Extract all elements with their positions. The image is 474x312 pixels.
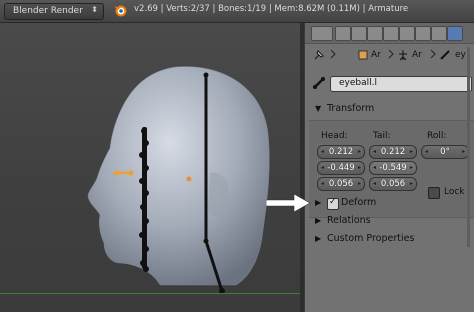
- render-engine-dropdown[interactable]: Blender Render ⬍: [4, 3, 104, 20]
- pin-icon[interactable]: [313, 49, 325, 61]
- head-mesh: [87, 66, 270, 286]
- relations-title: Relations: [327, 215, 371, 226]
- head-label: Head:: [321, 131, 348, 141]
- transform-title: Transform: [327, 103, 375, 114]
- 3d-viewport[interactable]: [0, 23, 304, 312]
- tail-x-value: 0.212: [380, 147, 406, 157]
- deform-title: Deform: [341, 197, 377, 208]
- bone-icon: [313, 77, 325, 89]
- head-z-value: 0.056: [328, 179, 354, 189]
- head-y-field[interactable]: ◂ -0.449 ▸: [317, 161, 365, 175]
- world-tab-icon[interactable]: [367, 26, 383, 41]
- chevron-right-icon: [430, 49, 436, 59]
- object-cube-icon: [358, 50, 368, 60]
- info-header: Blender Render ⬍ v2.69 | Verts:2/37 | Bo…: [0, 0, 474, 23]
- annotation-arrow-icon: [266, 193, 311, 213]
- scene-tab-icon[interactable]: [351, 26, 367, 41]
- custom-properties-title: Custom Properties: [327, 233, 415, 244]
- triangle-right-icon: ▶: [315, 234, 322, 243]
- 3d-cursor-origin: [186, 176, 192, 182]
- tail-z-field[interactable]: ◂ 0.056 ▸: [369, 177, 417, 191]
- chevron-right-icon: [388, 49, 394, 59]
- deform-checkbox[interactable]: [327, 197, 339, 210]
- tail-x-field[interactable]: ◂ 0.212 ▸: [369, 145, 417, 159]
- constraints-tab-icon[interactable]: [399, 26, 415, 41]
- breadcrumb: Ar Ar ey: [305, 44, 474, 68]
- dropdown-arrow-icon: ⬍: [91, 5, 98, 14]
- tail-label: Tail:: [373, 131, 391, 141]
- chevron-right-icon: [330, 49, 336, 59]
- region-divider: [300, 23, 304, 312]
- custom-properties-panel-header[interactable]: ▶ Custom Properties: [309, 230, 474, 248]
- properties-editor: Ar Ar ey eyeball.l ▼ Transform Head: Tai…: [305, 23, 474, 312]
- bone-tab-icon[interactable]: [447, 26, 463, 41]
- tail-y-field[interactable]: ◂ -0.549 ▸: [369, 161, 417, 175]
- breadcrumb-armature[interactable]: Ar: [412, 50, 422, 60]
- head-z-field[interactable]: ◂ 0.056 ▸: [317, 177, 365, 191]
- roll-label: Roll:: [427, 131, 447, 141]
- bone-name-field[interactable]: eyeball.l: [330, 76, 472, 92]
- blender-logo-icon[interactable]: [112, 2, 128, 18]
- roll-value: 0°: [440, 147, 450, 157]
- scene-statistics: v2.69 | Verts:2/37 | Bones:1/19 | Mem:8.…: [134, 4, 409, 14]
- x-axis-line: [0, 293, 304, 294]
- tail-z-value: 0.056: [380, 179, 406, 189]
- head-x-field[interactable]: ◂ 0.212 ▸: [317, 145, 365, 159]
- object-tab-icon[interactable]: [383, 26, 399, 41]
- render-engine-label: Blender Render: [13, 6, 83, 16]
- head-model-view[interactable]: [0, 23, 304, 312]
- breadcrumb-object[interactable]: Ar: [371, 50, 381, 60]
- data-tab-icon[interactable]: [431, 26, 447, 41]
- editor-type-icon[interactable]: [311, 26, 333, 41]
- head-x-value: 0.212: [328, 147, 354, 157]
- transform-panel-header[interactable]: ▼ Transform: [309, 100, 474, 118]
- triangle-right-icon: ▶: [315, 198, 322, 207]
- armature-icon: [399, 50, 407, 61]
- bone-name-value: eyeball.l: [339, 78, 377, 88]
- relations-panel-header[interactable]: ▶ Relations: [309, 212, 474, 230]
- triangle-down-icon: ▼: [315, 104, 322, 113]
- properties-scrollbar[interactable]: [465, 47, 471, 247]
- deform-panel-header[interactable]: ▶ Deform: [309, 194, 474, 212]
- modifiers-tab-icon[interactable]: [415, 26, 431, 41]
- bone-icon: [440, 50, 450, 60]
- bone-name-row: eyeball.l: [305, 70, 474, 96]
- head-y-value: -0.449: [327, 163, 355, 173]
- properties-header: [305, 23, 474, 44]
- triangle-right-icon: ▶: [315, 216, 322, 225]
- render-tab-icon[interactable]: [335, 26, 351, 41]
- roll-field[interactable]: ◂ 0° ▸: [421, 145, 469, 159]
- tail-y-value: -0.549: [379, 163, 407, 173]
